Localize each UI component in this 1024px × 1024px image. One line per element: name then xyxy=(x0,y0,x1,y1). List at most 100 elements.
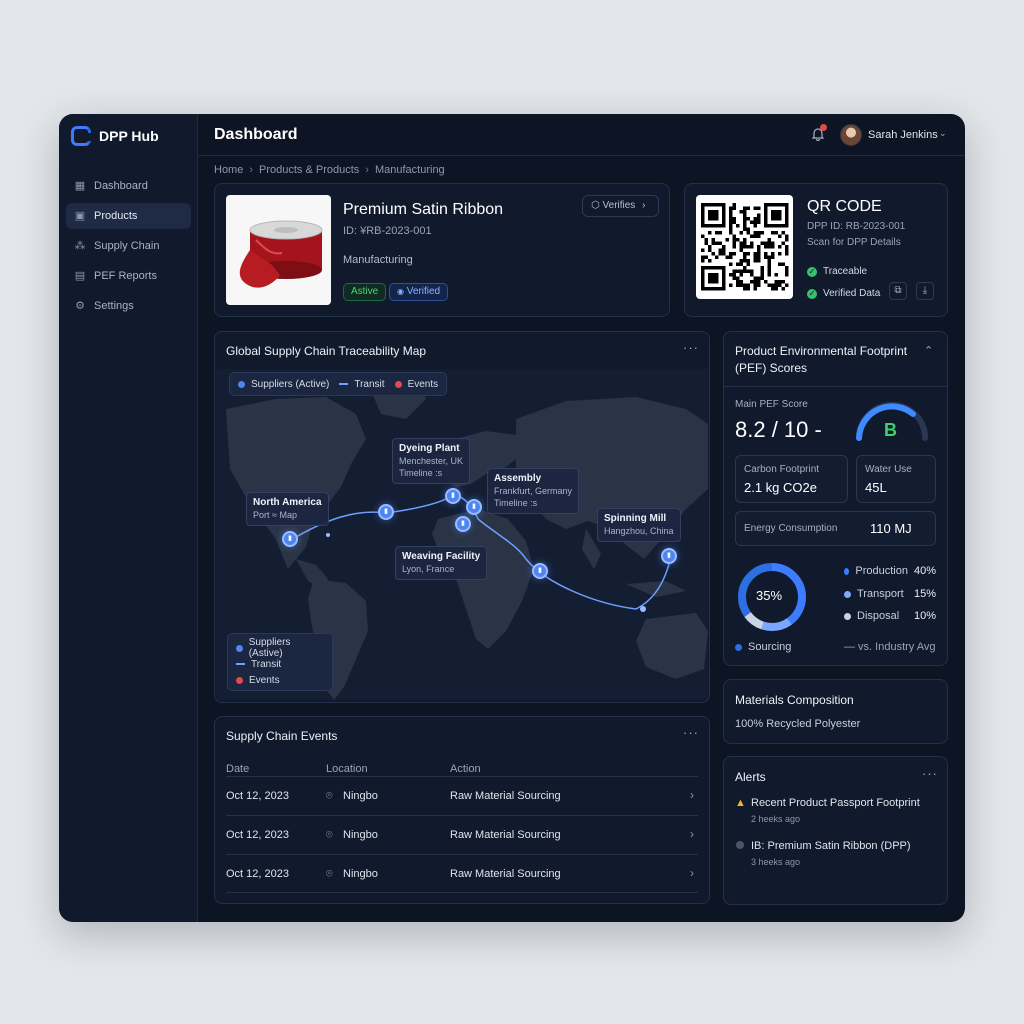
map-legend: Suppliers (Active) Transit Events xyxy=(229,372,448,396)
sidebar-item-settings[interactable]: ⚙ Settings xyxy=(66,293,191,319)
alert-time: 3 heeks ago xyxy=(751,857,801,867)
legend-item-suppliers[interactable]: Suppliers (Astive) xyxy=(236,637,324,659)
event-location: Ningbo xyxy=(343,868,378,880)
energy-box: Energy Consumption 110 MJ xyxy=(735,511,936,546)
qr-scan-text: Scan for DPP Details xyxy=(807,237,901,248)
verified-badge: ◉ Verified xyxy=(389,283,449,301)
share-icon[interactable]: ⧉ xyxy=(889,282,907,300)
breadcrumb-item[interactable]: Products & Products xyxy=(259,164,359,176)
legend-item-transit[interactable]: Transit xyxy=(339,376,385,392)
product-id: ID: ¥RB-2023-001 xyxy=(343,225,432,237)
callout-sub: Lyon, France xyxy=(402,564,455,574)
event-dot-icon xyxy=(236,676,243,684)
status-badge: Astive xyxy=(343,283,387,301)
column-header[interactable]: Action xyxy=(450,763,481,775)
truck-icon[interactable]: ▮ xyxy=(378,504,394,520)
breadcrumb-item[interactable]: Manufacturing xyxy=(375,164,445,176)
sidebar-item-pef-reports[interactable]: ▤ PEF Reports xyxy=(66,263,191,289)
verify-button[interactable]: ⬡ Verifies › xyxy=(582,195,659,217)
legend-dot-icon xyxy=(735,643,742,651)
map-callout[interactable]: Spinning Mill Hangzhou, China xyxy=(597,508,681,542)
event-action: Raw Material Sourcing xyxy=(450,868,561,880)
legend-item-events[interactable]: Events xyxy=(394,376,438,392)
legend-label: Suppliers (Astive) xyxy=(248,637,291,659)
top-header: Dashboard Sarah Jenkins ⌄ xyxy=(198,114,965,156)
more-icon[interactable]: ··· xyxy=(922,766,938,781)
factory-icon[interactable]: ▮ xyxy=(445,488,461,504)
event-action: Raw Material Sourcing xyxy=(450,829,561,841)
info-dot-icon xyxy=(736,841,744,849)
event-dot-icon xyxy=(394,380,402,388)
pef-card: Product Environmental Footprint (PEF) Sc… xyxy=(723,331,948,666)
alert-title[interactable]: Recent Product Passport Footprint xyxy=(751,797,920,809)
factory-icon[interactable]: ▮ xyxy=(661,548,677,564)
app-window: DPP Hub ▦ Dashboard ▣ Products ⁂ Supply … xyxy=(59,114,965,922)
more-icon[interactable]: ··· xyxy=(683,340,699,355)
logo[interactable]: DPP Hub xyxy=(71,126,159,146)
network-icon: ⁂ xyxy=(74,240,86,252)
table-row[interactable]: Oct 12, 2023 ⌾ Ningbo Raw Material Sourc… xyxy=(226,854,698,893)
supplier-dot-icon xyxy=(236,644,243,652)
callout-title: North America xyxy=(253,497,322,508)
avatar[interactable] xyxy=(840,124,862,146)
breakdown-label: Production xyxy=(855,565,908,577)
factory-icon[interactable]: ▮ xyxy=(466,499,482,515)
transit-line-icon xyxy=(236,663,245,665)
more-icon[interactable]: ··· xyxy=(683,725,699,740)
alert-title[interactable]: IB: Premium Satin Ribbon (DPP) xyxy=(751,840,911,852)
pef-title: Product Environmental Footprint (PEF) Sc… xyxy=(735,344,908,375)
verified-status: ✓ Verified Data xyxy=(807,288,880,299)
callout-sub: Frankfurt, Germany xyxy=(494,486,573,496)
column-header[interactable]: Date xyxy=(226,763,249,775)
breakdown-label: Disposal xyxy=(857,610,900,622)
industry-compare[interactable]: — vs. Industry Avg xyxy=(844,641,936,653)
product-name: Premium Satin Ribbon xyxy=(343,201,504,218)
map-callout[interactable]: Weaving Facility Lyon, France xyxy=(395,546,488,580)
table-row[interactable]: Oct 12, 2023 ⌾ Ningbo Raw Material Sourc… xyxy=(226,776,698,815)
chevron-right-icon: › xyxy=(642,200,646,211)
carbon-label: Carbon Footprint xyxy=(744,464,820,475)
qr-code[interactable] xyxy=(696,195,793,299)
event-action: Raw Material Sourcing xyxy=(450,790,561,802)
warning-icon: ▲ xyxy=(735,797,746,809)
download-icon[interactable]: ⤓ xyxy=(916,282,934,300)
table-row[interactable]: Oct 12, 2023 ⌾ Ningbo Raw Material Sourc… xyxy=(226,815,698,854)
alert-time: 2 heeks ago xyxy=(751,814,801,824)
column-header[interactable]: Location xyxy=(326,763,368,775)
notification-badge xyxy=(820,124,827,131)
supplier-dot-icon xyxy=(238,380,245,388)
factory-icon[interactable]: ▮ xyxy=(455,516,471,532)
legend-label: Transit xyxy=(251,658,282,670)
breadcrumb-item[interactable]: Home xyxy=(214,164,243,176)
qr-title: QR CODE xyxy=(807,198,882,215)
main-score-label: Main PEF Score xyxy=(735,399,808,410)
legend-item-suppliers[interactable]: Suppliers (Active) xyxy=(238,376,329,392)
factory-icon[interactable]: ▮ xyxy=(532,563,548,579)
check-icon: ✓ xyxy=(807,266,817,277)
sidebar-item-label: Supply Chain xyxy=(94,240,160,252)
sidebar-item-dashboard[interactable]: ▦ Dashboard xyxy=(66,173,191,199)
verify-button-label: Verifies xyxy=(602,200,636,211)
factory-icon[interactable]: ▮ xyxy=(282,531,298,547)
breakdown-value: 15% xyxy=(913,588,936,600)
map-callout[interactable]: North America Port ≈ Map xyxy=(246,492,329,526)
sidebar-item-products[interactable]: ▣ Products xyxy=(66,203,191,229)
map-callout[interactable]: Assembly Frankfurt, Germany Timeline :s xyxy=(487,468,580,514)
app-name: DPP Hub xyxy=(99,128,159,144)
legend-item-events[interactable]: Events xyxy=(236,672,324,688)
legend-label: Events xyxy=(249,674,280,686)
event-location: Ningbo xyxy=(343,829,378,841)
water-value: 45L xyxy=(865,480,887,495)
alerts-title: Alerts xyxy=(735,770,766,784)
qr-dpp-id: DPP ID: RB-2023-001 xyxy=(807,221,906,232)
chevron-down-icon[interactable]: ⌄ xyxy=(939,128,947,139)
legend-label: Suppliers (Active) xyxy=(251,378,330,390)
event-location: Ningbo xyxy=(343,790,378,802)
breakdown-disposal: Disposal 10% xyxy=(844,610,936,622)
chevron-up-icon[interactable]: ⌃ xyxy=(924,344,934,357)
sidebar-item-supply-chain[interactable]: ⁂ Supply Chain xyxy=(66,233,191,259)
user-name[interactable]: Sarah Jenkins xyxy=(868,129,938,141)
sidebar: DPP Hub ▦ Dashboard ▣ Products ⁂ Supply … xyxy=(59,114,198,922)
box-icon: ▣ xyxy=(74,210,86,222)
map-callout[interactable]: Dyeing Plant Menchester, UK Timeline :s xyxy=(392,438,471,484)
